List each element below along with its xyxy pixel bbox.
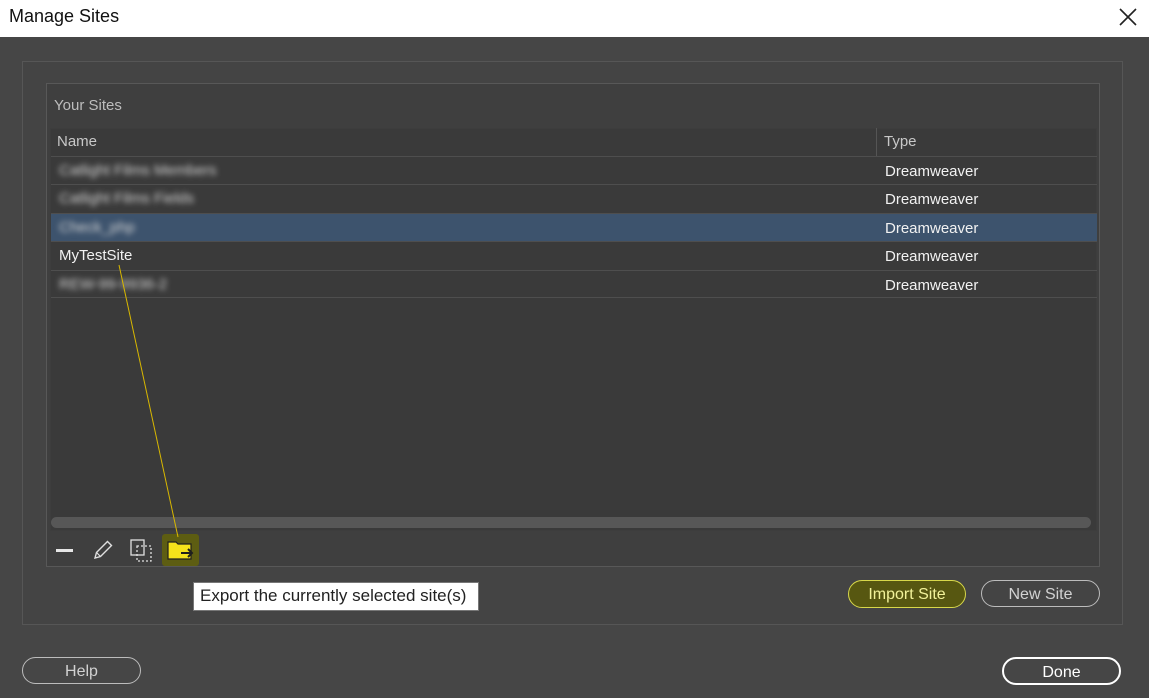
panel-label: Your Sites (54, 97, 122, 114)
site-type: Dreamweaver (885, 220, 979, 237)
horizontal-scrollbar[interactable] (51, 517, 1091, 528)
site-type: Dreamweaver (885, 277, 979, 294)
site-name: Check_php (59, 219, 135, 236)
column-header-name[interactable]: Name (57, 133, 97, 150)
column-header-type[interactable]: Type (884, 133, 917, 150)
site-name: REW-99-9936-2 (59, 276, 168, 293)
duplicate-icon[interactable] (128, 537, 154, 563)
site-type: Dreamweaver (885, 248, 979, 265)
column-divider[interactable] (876, 128, 877, 156)
import-site-label: Import Site (868, 586, 946, 603)
help-button[interactable]: Help (22, 657, 141, 684)
table-row[interactable]: Catlight Films Members Dreamweaver (51, 156, 1097, 184)
import-site-button[interactable]: Import Site (848, 580, 966, 608)
table-row[interactable]: MyTestSite Dreamweaver (51, 241, 1097, 269)
close-icon[interactable] (1117, 6, 1139, 28)
site-name: Catlight Films Fields (59, 190, 195, 207)
title-bar: Manage Sites (0, 0, 1149, 37)
new-site-label: New Site (1008, 586, 1073, 603)
site-type: Dreamweaver (885, 191, 979, 208)
site-name: MyTestSite (59, 247, 133, 264)
done-label: Done (1042, 664, 1081, 681)
site-type: Dreamweaver (885, 163, 979, 180)
minus-icon[interactable] (52, 537, 78, 563)
pencil-icon[interactable] (90, 537, 116, 563)
new-site-button[interactable]: New Site (981, 580, 1100, 607)
table-row-selected[interactable]: Check_php Dreamweaver (51, 213, 1097, 241)
window-title: Manage Sites (9, 6, 120, 26)
export-folder-icon[interactable] (162, 534, 199, 566)
table-row[interactable]: REW-99-9936-2 Dreamweaver (51, 270, 1097, 298)
site-name: Catlight Films Members (59, 162, 217, 179)
help-label: Help (65, 663, 98, 680)
done-button[interactable]: Done (1002, 657, 1121, 685)
table-row[interactable]: Catlight Films Fields Dreamweaver (51, 184, 1097, 212)
tooltip: Export the currently selected site(s) (193, 582, 479, 611)
